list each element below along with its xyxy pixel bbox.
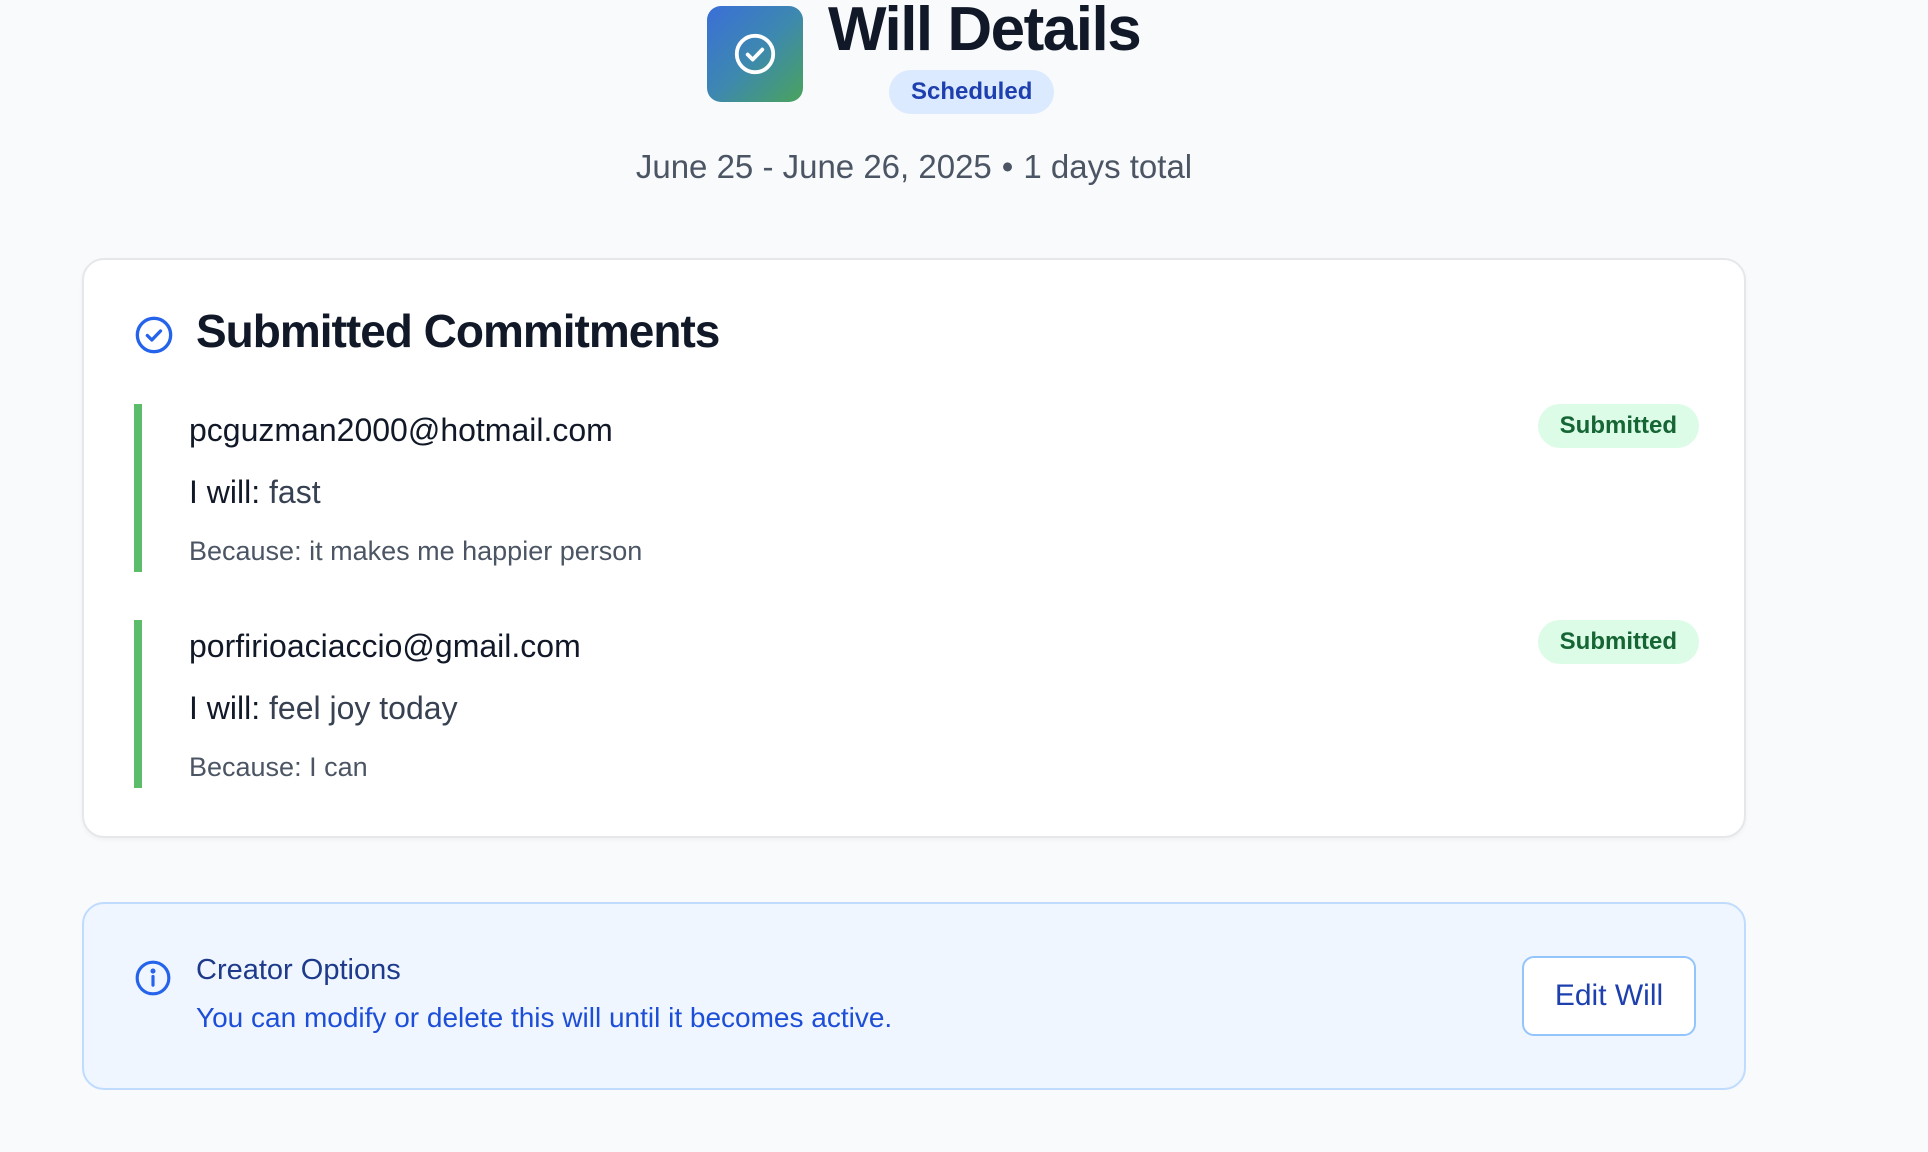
- date-range: June 25 - June 26, 2025 • 1 days total: [0, 148, 1828, 186]
- because-label: Because:: [189, 536, 302, 566]
- info-circle-icon: [135, 960, 171, 996]
- commitment-because: Because: I can: [189, 752, 368, 783]
- creator-options-panel: Creator Options You can modify or delete…: [82, 902, 1746, 1090]
- submitted-commitments-card: Submitted Commitments pcguzman2000@hotma…: [82, 258, 1746, 838]
- commitment-will: I will: feel joy today: [189, 690, 458, 727]
- page-header: Will Details Scheduled June 25 - June 26…: [0, 0, 1928, 250]
- commitment-email: pcguzman2000@hotmail.com: [189, 412, 613, 448]
- creator-options-title: Creator Options: [196, 954, 401, 986]
- commitment-because: Because: it makes me happier person: [189, 536, 642, 567]
- check-circle-icon: [734, 33, 776, 75]
- because-label: Because:: [189, 752, 302, 782]
- date-range-text: June 25 - June 26, 2025: [635, 148, 992, 185]
- will-app-icon: [707, 6, 803, 102]
- will-text: fast: [269, 474, 321, 510]
- creator-options-description: You can modify or delete this will until…: [196, 1002, 893, 1033]
- because-text: it makes me happier person: [309, 536, 643, 566]
- commitment-email: porfirioaciaccio@gmail.com: [189, 628, 581, 664]
- will-text: feel joy today: [269, 690, 458, 726]
- commitment-will: I will: fast: [189, 474, 321, 511]
- submitted-badge: Submitted: [1537, 620, 1699, 664]
- commitment-item: pcguzman2000@hotmail.com I will: fast Be…: [134, 404, 1699, 572]
- commitment-item: porfirioaciaccio@gmail.com I will: feel …: [134, 620, 1699, 788]
- duration-text: 1 days total: [1023, 148, 1193, 185]
- date-separator: •: [1001, 148, 1014, 185]
- will-label: I will:: [189, 474, 261, 510]
- because-text: I can: [309, 752, 368, 782]
- status-badge: Scheduled: [889, 70, 1055, 114]
- page-title: Will Details: [828, 0, 1142, 64]
- check-circle-icon: [135, 316, 173, 354]
- submitted-badge: Submitted: [1537, 404, 1699, 448]
- commitments-title: Submitted Commitments: [196, 305, 720, 357]
- edit-will-button[interactable]: Edit Will: [1522, 956, 1696, 1036]
- will-label: I will:: [189, 690, 261, 726]
